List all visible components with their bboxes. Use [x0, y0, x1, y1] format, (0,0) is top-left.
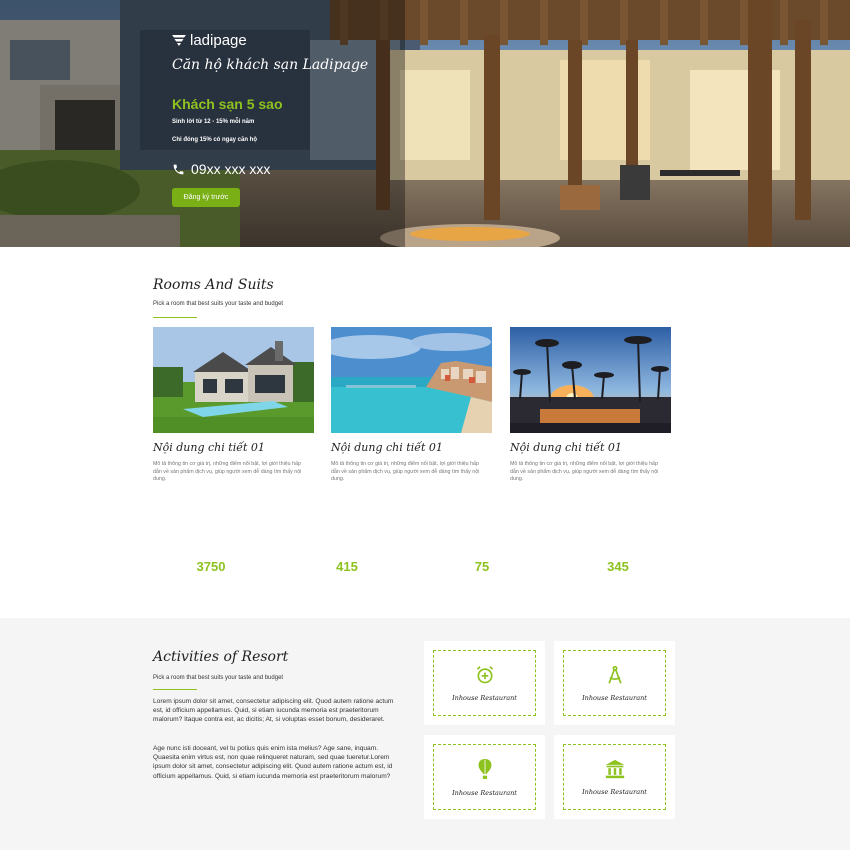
stat-counter-3: 75 [474, 559, 490, 574]
hero-subtitle: Căn hộ khách sạn Ladipage [172, 57, 369, 73]
room-card-1[interactable]: Nội dung chi tiết 01 Mô tả thông tin cơ … [153, 327, 314, 484]
compass-drafting-icon [607, 665, 622, 684]
rooms-section-subtitle: Pick a room that best suits your taste a… [153, 301, 284, 307]
activities-section-subtitle: Pick a room that best suits your taste a… [153, 675, 284, 681]
alarm-clock-add-icon [476, 665, 493, 683]
room-description: Mô tả thông tin cơ giá trị, những điểm n… [331, 461, 480, 482]
activities-accent-divider [153, 689, 197, 690]
feature-label: Inhouse Restaurant [582, 693, 647, 702]
hot-air-balloon-icon [478, 758, 491, 779]
stat-counter-2: 415 [336, 559, 358, 574]
logo[interactable]: ladipage [172, 32, 247, 49]
activities-paragraph-2: Age nunc isti doceant, vel tu potius qui… [153, 745, 393, 780]
feature-card-4[interactable]: Inhouse Restaurant [554, 735, 675, 819]
hero-benefit-1: Sinh lời từ 12 - 15% mỗi năm [172, 119, 255, 125]
room-image-house [153, 327, 314, 433]
phone-number: 09xx xxx xxx [191, 161, 271, 177]
rooms-section-title: Rooms And Suits [153, 277, 274, 293]
activities-paragraph-1: Lorem ipsum dolor sit amet, consectetur … [153, 698, 394, 724]
logo-text: ladipage [190, 32, 247, 49]
hero-banner: ladipage Căn hộ khách sạn Ladipage Khách… [0, 0, 850, 247]
room-image-sunset-palms [510, 327, 671, 433]
room-description: Mô tả thông tin cơ giá trị, những điểm n… [510, 461, 659, 482]
activities-section-title: Activities of Resort [153, 649, 289, 665]
hero-title: Khách sạn 5 sao [172, 96, 283, 112]
feature-label: Inhouse Restaurant [452, 788, 517, 797]
ladipage-logo-icon [172, 35, 186, 46]
hero-phone[interactable]: 09xx xxx xxx [172, 161, 270, 177]
feature-card-1[interactable]: Inhouse Restaurant [424, 641, 545, 725]
stat-counter-4: 345 [607, 559, 629, 574]
phone-icon [173, 164, 184, 174]
activities-section: Activities of Resort Pick a room that be… [0, 618, 850, 850]
room-card-3[interactable]: Nội dung chi tiết 01 Mô tả thông tin cơ … [510, 327, 671, 484]
bank-building-icon [605, 759, 624, 778]
feature-label: Inhouse Restaurant [582, 787, 647, 796]
room-title[interactable]: Nội dung chi tiết 01 [331, 441, 492, 454]
register-button[interactable]: Đăng ký trước [172, 188, 240, 207]
rooms-accent-divider [153, 317, 197, 318]
room-card-2[interactable]: Nội dung chi tiết 01 Mô tả thông tin cơ … [331, 327, 492, 484]
room-image-coast [331, 327, 492, 433]
hero-benefit-2: Chỉ đóng 15% có ngay căn hộ [172, 137, 258, 143]
stat-counter-1: 3750 [196, 559, 226, 574]
feature-card-3[interactable]: Inhouse Restaurant [424, 735, 545, 819]
room-title[interactable]: Nội dung chi tiết 01 [510, 441, 671, 454]
feature-card-2[interactable]: Inhouse Restaurant [554, 641, 675, 725]
room-description: Mô tả thông tin cơ giá trị, những điểm n… [153, 461, 302, 482]
room-title[interactable]: Nội dung chi tiết 01 [153, 441, 314, 454]
feature-label: Inhouse Restaurant [452, 693, 517, 702]
